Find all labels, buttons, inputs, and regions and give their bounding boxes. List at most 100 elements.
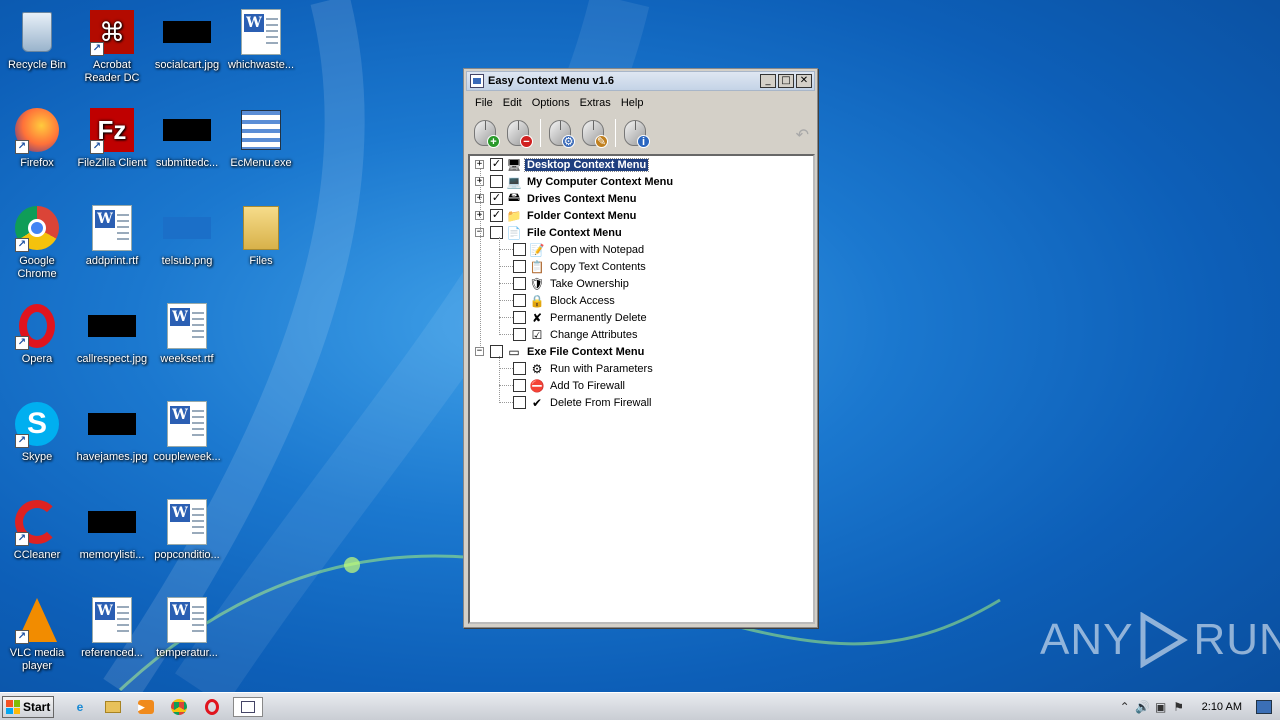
network-icon[interactable]: ▣ — [1152, 700, 1170, 714]
desktop-icon[interactable]: Wtemperatur... — [150, 596, 224, 660]
tree-checkbox[interactable] — [490, 226, 503, 239]
tree-item-icon: 📋 — [529, 259, 545, 274]
menu-options[interactable]: Options — [527, 97, 575, 109]
shortcut-arrow-icon: ↗ — [15, 336, 29, 350]
action-center-flag-icon[interactable]: ⚑ — [1170, 700, 1188, 714]
desktop-icon[interactable]: ⌘ ↗ Acrobat Reader DC — [75, 8, 149, 85]
desktop-icon[interactable]: Fz ↗ FileZilla Client — [75, 106, 149, 170]
desktop-icon[interactable]: EcMenu.exe — [224, 106, 298, 170]
tree-checkbox[interactable] — [490, 345, 503, 358]
tree-checkbox[interactable] — [513, 396, 526, 409]
desktop-icon[interactable]: ↗ VLC media player — [0, 596, 74, 673]
desktop-icon-label: submittedc... — [155, 157, 219, 169]
media-player-icon[interactable]: ▶ — [134, 697, 158, 717]
volume-icon[interactable]: 🔊 — [1134, 700, 1152, 714]
desktop-icon-label: callrespect.jpg — [76, 353, 148, 365]
tree-item[interactable]: − ▭ Exe File Context Menu — [475, 343, 646, 360]
minimize-button[interactable]: _ — [760, 74, 776, 88]
maximize-button[interactable]: □ — [778, 74, 794, 88]
recycle-bin-icon — [13, 8, 61, 56]
tree-checkbox[interactable] — [513, 328, 526, 341]
desktop-icon[interactable]: S ↗ Skype — [0, 400, 74, 464]
tree-item[interactable]: ☑ Change Attributes — [513, 326, 639, 343]
tree-checkbox[interactable] — [513, 362, 526, 375]
tree-item[interactable]: + ✓ 🖥 Desktop Context Menu — [475, 156, 650, 173]
desktop-icon[interactable]: havejames.jpg — [75, 400, 149, 464]
tree-item-icon: 📝 — [529, 242, 545, 257]
menu-edit[interactable]: Edit — [498, 97, 527, 109]
anyrun-watermark: ANY RUN — [1040, 612, 1280, 668]
tree-item[interactable]: − 📄 File Context Menu — [475, 224, 624, 241]
tree-item[interactable]: + 💻 My Computer Context Menu — [475, 173, 675, 190]
tree-item[interactable]: ⚙ Run with Parameters — [513, 360, 655, 377]
image-thumb-icon — [163, 204, 211, 252]
desktop-icon[interactable]: memorylisti... — [75, 498, 149, 562]
tree-checkbox[interactable]: ✓ — [490, 158, 503, 171]
image-thumb-icon — [163, 106, 211, 154]
desktop-icon[interactable]: ↗ Google Chrome — [0, 204, 74, 281]
chrome-icon: ↗ — [13, 204, 61, 252]
tree-checkbox[interactable]: ✓ — [490, 192, 503, 205]
chrome-icon[interactable] — [167, 697, 191, 717]
close-button[interactable]: ✕ — [796, 74, 812, 88]
desktop-icon[interactable]: ↗ Opera — [0, 302, 74, 366]
tree-item[interactable]: 📋 Copy Text Contents — [513, 258, 648, 275]
undo-icon[interactable]: ↶ — [796, 125, 809, 145]
tree-expander[interactable]: − — [475, 347, 484, 356]
tree-expander[interactable]: + — [475, 160, 484, 169]
desktop-icon[interactable]: Wwhichwaste... — [224, 8, 298, 72]
info-button[interactable]: i — [620, 117, 650, 149]
tree-item-icon: ✔ — [531, 395, 543, 410]
desktop-icon[interactable]: Files — [224, 204, 298, 268]
tree-item[interactable]: ✘ Permanently Delete — [513, 309, 649, 326]
tree-checkbox[interactable] — [513, 260, 526, 273]
desktop-icon[interactable]: Wreferenced... — [75, 596, 149, 660]
explorer-icon[interactable] — [101, 697, 125, 717]
add-item-button[interactable]: + — [470, 117, 500, 149]
remove-item-button[interactable]: − — [503, 117, 533, 149]
tree-item[interactable]: + ✓ 🖴 Drives Context Menu — [475, 190, 638, 207]
tree-checkbox[interactable] — [513, 243, 526, 256]
menu-file[interactable]: File — [470, 97, 498, 109]
show-desktop-button[interactable] — [1256, 700, 1272, 714]
desktop-icon[interactable]: socialcart.jpg — [150, 8, 224, 72]
desktop-icon[interactable]: Waddprint.rtf — [75, 204, 149, 268]
tree-checkbox[interactable] — [513, 294, 526, 307]
tree-checkbox[interactable] — [490, 175, 503, 188]
tray-expand-icon[interactable]: ⌃ — [1116, 700, 1134, 714]
desktop-icon[interactable]: Wpopconditio... — [150, 498, 224, 562]
tree-item[interactable]: ✔ Delete From Firewall — [513, 394, 653, 411]
shortcut-arrow-icon: ↗ — [15, 140, 29, 154]
ecmenu-taskbar-icon[interactable] — [233, 697, 263, 717]
desktop-icon[interactable]: ↗ CCleaner — [0, 498, 74, 562]
filezilla-icon: Fz ↗ — [88, 106, 136, 154]
tree-item[interactable]: ⛔ Add To Firewall — [513, 377, 627, 394]
desktop-icon[interactable]: Wcoupleweek... — [150, 400, 224, 464]
tree-checkbox[interactable] — [513, 379, 526, 392]
menu-extras[interactable]: Extras — [575, 97, 616, 109]
settings-button[interactable]: ⚙ — [545, 117, 575, 149]
cleaner-button[interactable]: ✎ — [578, 117, 608, 149]
title-bar[interactable]: Easy Context Menu v1.6 _ □ ✕ — [466, 71, 815, 91]
menu-help[interactable]: Help — [616, 97, 649, 109]
ie-icon[interactable]: e — [68, 697, 92, 717]
desktop-icon[interactable]: ↗ Firefox — [0, 106, 74, 170]
tree-item[interactable]: 📝 Open with Notepad — [513, 241, 646, 258]
tree-item-icon: 📁 — [506, 208, 522, 223]
desktop-icon[interactable]: Wweekset.rtf — [150, 302, 224, 366]
acrobat-icon: ⌘ ↗ — [88, 8, 136, 56]
tree-checkbox[interactable] — [513, 277, 526, 290]
tree-item[interactable]: 🔒 Block Access — [513, 292, 617, 309]
start-button[interactable]: Start — [2, 696, 54, 718]
tree-item[interactable]: 🛡 Take Ownership — [513, 275, 631, 292]
opera-icon[interactable] — [200, 697, 224, 717]
tree-item[interactable]: + ✓ 📁 Folder Context Menu — [475, 207, 638, 224]
shortcut-arrow-icon: ↗ — [15, 630, 29, 644]
desktop-icon[interactable]: telsub.png — [150, 204, 224, 268]
desktop-icon[interactable]: callrespect.jpg — [75, 302, 149, 366]
desktop-icon[interactable]: submittedc... — [150, 106, 224, 170]
clock[interactable]: 2:10 AM — [1202, 701, 1242, 713]
tree-checkbox[interactable]: ✓ — [490, 209, 503, 222]
tree-checkbox[interactable] — [513, 311, 526, 324]
desktop-icon[interactable]: Recycle Bin — [0, 8, 74, 72]
